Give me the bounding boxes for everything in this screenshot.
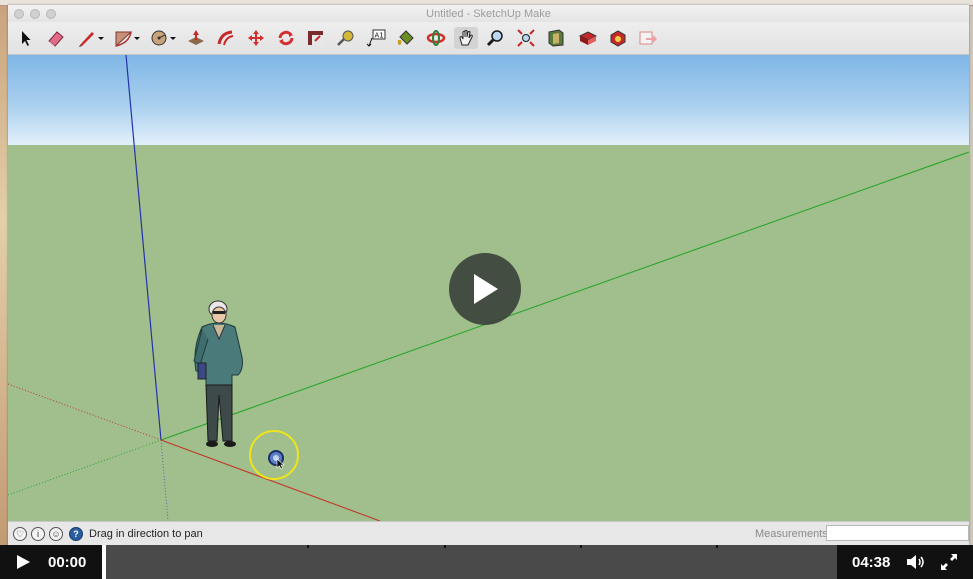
status-bar: ♡ i ☺ ? Drag in direction to pan Measure… xyxy=(8,521,969,546)
3d-warehouse-button[interactable] xyxy=(544,27,568,49)
volume-icon xyxy=(907,555,924,569)
video-controls: 00:00 04:38 xyxy=(0,545,973,579)
rotate-icon xyxy=(278,30,294,46)
fullscreen-button[interactable] xyxy=(935,545,963,579)
follow-me-tool-button[interactable] xyxy=(214,27,238,49)
rotate-tool-button[interactable] xyxy=(274,27,298,49)
desktop-background-right xyxy=(969,0,973,545)
blue-axis-negative xyxy=(160,439,169,521)
send-to-layout-button[interactable] xyxy=(636,27,660,49)
layout-icon xyxy=(610,30,626,47)
text-label-icon: A1 xyxy=(366,29,386,47)
video-player: Untitled - SketchUp Make A1 ♡ i ☺ ? Drag… xyxy=(0,0,973,579)
volume-button[interactable] xyxy=(903,545,929,579)
paint-bucket-tool-button[interactable] xyxy=(394,27,418,49)
offset-tool-button[interactable] xyxy=(304,27,328,49)
pan-cursor-icon xyxy=(268,450,285,470)
line-tool-button[interactable] xyxy=(76,27,106,49)
tape-measure-tool-button[interactable] xyxy=(334,27,358,49)
toolbar: A1 xyxy=(8,22,969,55)
text-tool-button[interactable]: A1 xyxy=(364,27,388,49)
play-icon xyxy=(17,555,30,569)
total-time: 04:38 xyxy=(852,554,891,571)
window-title: Untitled - SketchUp Make xyxy=(426,8,551,20)
circle-shape-icon xyxy=(151,30,176,46)
help-icon[interactable]: ? xyxy=(69,527,83,541)
green-axis xyxy=(160,151,969,441)
red-axis-negative xyxy=(8,383,162,441)
arc-icon xyxy=(115,31,140,47)
play-icon xyxy=(474,274,498,304)
zoom-extents-icon xyxy=(517,29,535,47)
eraser-icon xyxy=(48,31,64,47)
drawing-viewport[interactable] xyxy=(8,55,969,521)
sketchup-window: Untitled - SketchUp Make A1 ♡ i ☺ ? Drag… xyxy=(8,5,969,546)
orbit-tool-button[interactable] xyxy=(424,27,448,49)
credits-icon[interactable]: i xyxy=(31,527,45,541)
orbit-icon xyxy=(426,30,446,46)
chapter-markers xyxy=(307,545,718,548)
svg-text:A1: A1 xyxy=(375,32,384,40)
zoom-icon xyxy=(486,30,503,47)
green-axis-negative xyxy=(8,439,162,496)
status-hint: Drag in direction to pan xyxy=(89,528,203,540)
fullscreen-icon xyxy=(941,554,957,570)
progress-bar[interactable] xyxy=(102,545,837,579)
offset-icon xyxy=(308,31,323,45)
layout-button[interactable] xyxy=(606,27,630,49)
geolocation-icon[interactable]: ♡ xyxy=(13,527,27,541)
user-account-icon[interactable]: ☺ xyxy=(49,527,63,541)
extension-warehouse-icon xyxy=(578,31,598,45)
follow-me-icon xyxy=(217,30,234,46)
arc-tool-button[interactable] xyxy=(112,27,142,49)
zoom-extents-tool-button[interactable] xyxy=(514,27,538,49)
select-tool-button[interactable] xyxy=(14,27,38,49)
blue-axis xyxy=(125,55,162,441)
move-icon xyxy=(248,30,264,46)
move-tool-button[interactable] xyxy=(244,27,268,49)
paint-bucket-icon xyxy=(397,30,414,45)
right-controls: 04:38 xyxy=(837,545,973,579)
pencil-line-icon xyxy=(79,32,104,47)
send-to-layout-icon xyxy=(639,31,657,45)
warehouse-icon xyxy=(548,29,564,47)
extension-warehouse-button[interactable] xyxy=(576,27,600,49)
push-pull-icon xyxy=(188,30,204,45)
eraser-tool-button[interactable] xyxy=(44,27,68,49)
measurements-label: Measurements xyxy=(755,528,828,540)
pan-hand-icon xyxy=(459,29,473,46)
tape-measure-icon xyxy=(337,30,354,46)
push-pull-tool-button[interactable] xyxy=(184,27,208,49)
pan-tool-button[interactable] xyxy=(454,27,478,49)
select-arrow-icon xyxy=(22,31,31,46)
person-figure xyxy=(193,300,243,447)
zoom-tool-button[interactable] xyxy=(484,27,508,49)
shape-tool-button[interactable] xyxy=(148,27,178,49)
title-bar: Untitled - SketchUp Make xyxy=(8,5,969,22)
progress-handle[interactable] xyxy=(102,545,106,579)
play-button[interactable] xyxy=(6,545,40,579)
current-time: 00:00 xyxy=(48,554,87,571)
measurements-input[interactable] xyxy=(826,525,969,541)
big-play-button[interactable] xyxy=(449,253,521,325)
